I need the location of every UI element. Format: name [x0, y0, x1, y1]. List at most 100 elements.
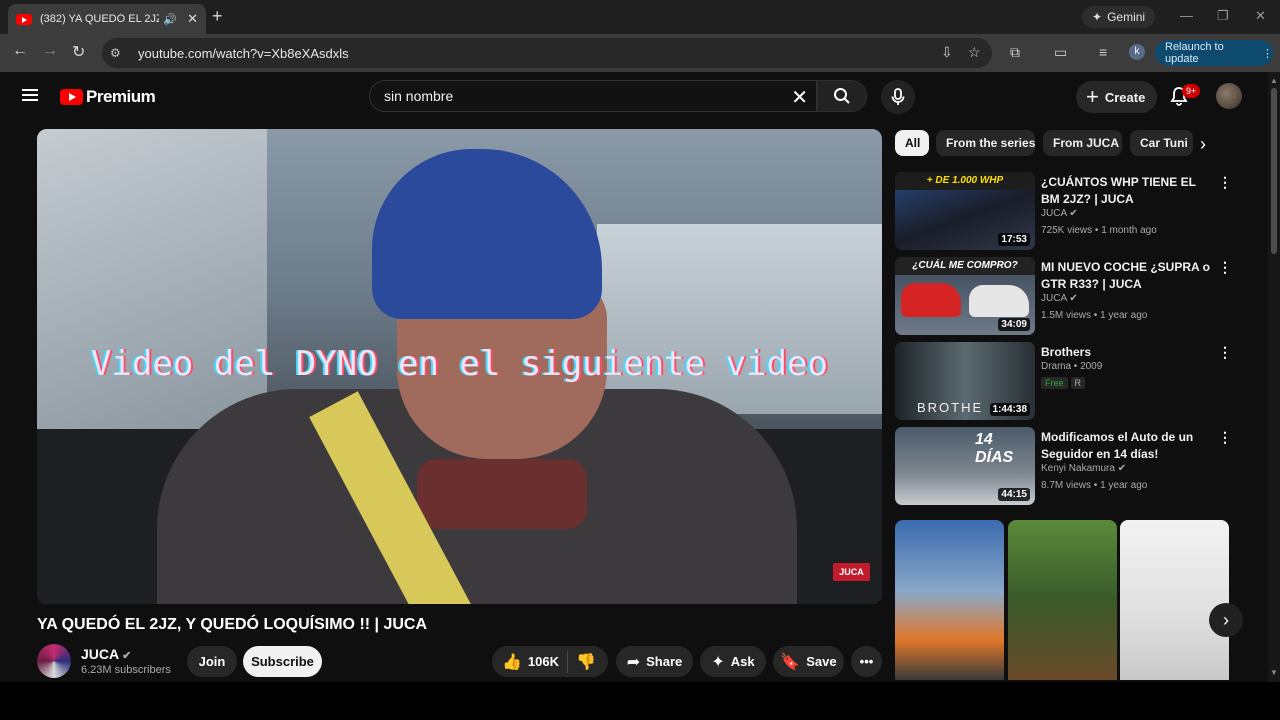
recommendation-thumbnail[interactable]: BROTHE 1:44:38: [895, 342, 1035, 420]
more-actions-button[interactable]: •••: [851, 646, 882, 677]
join-button[interactable]: Join: [187, 646, 237, 677]
join-label: Join: [198, 654, 226, 669]
dislike-icon[interactable]: 👎: [576, 652, 596, 672]
subscribe-button[interactable]: Subscribe: [243, 646, 322, 677]
forward-arrow-icon[interactable]: →: [42, 42, 58, 60]
chip-from-the-series[interactable]: From the series: [936, 130, 1035, 156]
save-bookmark-icon: 🔖: [780, 653, 801, 671]
create-label: Create: [1104, 89, 1146, 105]
recommendation-item[interactable]: ¿CUÁL ME COMPRO? 34:09 MI NUEVO COCHE ¿S…: [895, 257, 1235, 337]
recommendation-item[interactable]: BROTHE 1:44:38 Brothers Drama • 2009 Fre…: [895, 342, 1235, 422]
save-label: Save: [806, 654, 837, 669]
clear-search-icon[interactable]: ✕: [791, 85, 808, 110]
youtube-favicon-icon: [16, 13, 32, 25]
recommendation-channel[interactable]: Kenyi Nakamura ✔: [1041, 463, 1126, 474]
thumbnail-text: + DE 1.000 WHP: [895, 172, 1035, 190]
recommendation-channel[interactable]: JUCA ✔: [1041, 208, 1078, 219]
free-badge: Free: [1041, 377, 1068, 389]
create-button[interactable]: + Create: [1076, 81, 1157, 113]
recommendation-thumbnail[interactable]: + DE 1.000 WHP 17:53: [895, 172, 1035, 250]
browser-tab-bar: (382) YA QUEDÓ EL 2JZ, Y QUEDÓ LOQUÍSIMO…: [0, 0, 1280, 34]
shorts-next-chevron-icon[interactable]: ›: [1209, 603, 1243, 637]
taskbar-area: [0, 682, 1280, 720]
notification-count-badge: 9+: [1182, 84, 1201, 98]
relaunch-button[interactable]: Relaunch to update ⋮: [1155, 40, 1273, 66]
youtube-premium-logo[interactable]: Premium: [60, 87, 156, 107]
speaker-icon[interactable]: 🔊: [163, 13, 177, 26]
like-count[interactable]: 106K: [528, 654, 559, 669]
short-thumbnail[interactable]: [1120, 520, 1229, 680]
thumbnail-text: ¿CUÁL ME COMPRO?: [895, 257, 1035, 275]
recommendation-thumbnail[interactable]: ¿CUÁL ME COMPRO? 34:09: [895, 257, 1035, 335]
more-options-icon[interactable]: ⋮: [1218, 174, 1232, 191]
install-app-icon[interactable]: ⇩: [941, 44, 953, 61]
channel-name[interactable]: JUCA ✔: [81, 646, 131, 662]
recommendation-title[interactable]: MI NUEVO COCHE ¿SUPRA o GTR R33? | JUCA: [1041, 259, 1213, 293]
ask-sparkle-icon: ✦: [711, 653, 725, 671]
verified-icon: ✔: [122, 650, 132, 662]
menu-hamburger-icon[interactable]: [22, 89, 38, 101]
recommendation-badges: Free R: [1041, 377, 1088, 389]
recommendation-title[interactable]: Brothers: [1041, 344, 1213, 361]
recommendation-item[interactable]: 14 DÍAS 44:15 Modificamos el Auto de un …: [895, 427, 1235, 507]
reload-icon[interactable]: ↻: [72, 42, 85, 62]
recommendation-channel[interactable]: JUCA ✔: [1041, 293, 1078, 304]
tab-close-icon[interactable]: ✕: [187, 11, 198, 27]
chip-car-tuning[interactable]: Car Tuni: [1130, 130, 1193, 156]
bookmark-star-icon[interactable]: ☆: [968, 44, 981, 61]
window-close-icon[interactable]: ✕: [1255, 8, 1266, 24]
video-player[interactable]: Video del DYNO en el siguiente video JUC…: [37, 129, 882, 604]
cast-icon[interactable]: ▭: [1054, 44, 1067, 61]
like-icon[interactable]: 👍: [502, 652, 522, 672]
search-input[interactable]: sin nombre ✕: [369, 80, 817, 112]
channel-watermark[interactable]: JUCA: [833, 563, 870, 581]
site-info-icon[interactable]: ⚙: [110, 46, 130, 60]
voice-search-button[interactable]: [881, 80, 915, 114]
save-button[interactable]: 🔖 Save: [773, 646, 844, 677]
account-avatar[interactable]: [1216, 83, 1242, 109]
search-button[interactable]: [817, 80, 867, 112]
recommendation-meta: 8.7M views • 1 year ago: [1041, 480, 1148, 491]
recommendation-title[interactable]: Modificamos el Auto de un Seguidor en 14…: [1041, 429, 1213, 463]
chip-all[interactable]: All: [895, 130, 929, 156]
minimize-icon[interactable]: —: [1180, 8, 1193, 23]
browser-menu-icon[interactable]: ⋮: [1262, 47, 1273, 60]
subscriber-count: 6.23M subscribers: [81, 664, 171, 676]
ask-label: Ask: [730, 654, 755, 669]
extensions-icon[interactable]: ⧉: [1010, 44, 1020, 61]
back-arrow-icon[interactable]: ←: [12, 42, 28, 60]
browser-profile-avatar[interactable]: k: [1129, 44, 1145, 60]
plus-icon: +: [1086, 84, 1099, 109]
media-control-icon[interactable]: ≡: [1099, 44, 1107, 60]
video-duration: 34:09: [998, 318, 1030, 331]
ask-button[interactable]: ✦ Ask: [700, 646, 766, 677]
scrollbar-thumb[interactable]: [1271, 88, 1277, 254]
relaunch-label: Relaunch to update: [1165, 41, 1224, 65]
more-options-icon[interactable]: ⋮: [1218, 259, 1232, 276]
microphone-icon: [891, 88, 905, 105]
scroll-up-arrow-icon[interactable]: ▲: [1270, 76, 1278, 85]
video-duration: 44:15: [998, 488, 1030, 501]
browser-tab[interactable]: (382) YA QUEDÓ EL 2JZ, Y QUEDÓ LOQUÍSIMO…: [8, 4, 206, 34]
scroll-down-arrow-icon[interactable]: ▼: [1270, 668, 1278, 677]
more-options-icon[interactable]: ⋮: [1218, 429, 1232, 446]
new-tab-icon[interactable]: +: [212, 6, 223, 27]
verified-icon: ✔: [1069, 208, 1078, 219]
restore-icon[interactable]: ❐: [1217, 8, 1229, 24]
chips-next-chevron-icon[interactable]: ›: [1200, 134, 1206, 155]
video-title: YA QUEDÓ EL 2JZ, Y QUEDÓ LOQUÍSIMO !! | …: [37, 616, 428, 633]
short-thumbnail[interactable]: [1008, 520, 1117, 680]
recommendation-item[interactable]: + DE 1.000 WHP 17:53 ¿CUÁNTOS WHP TIENE …: [895, 172, 1235, 252]
channel-text: Kenyi Nakamura: [1041, 463, 1115, 474]
verified-icon: ✔: [1117, 463, 1127, 474]
chip-from-juca[interactable]: From JUCA: [1043, 130, 1122, 156]
like-divider: [567, 650, 568, 673]
more-options-icon[interactable]: ⋮: [1218, 344, 1232, 361]
share-button[interactable]: ➦ Share: [616, 646, 693, 677]
gemini-button[interactable]: ✦ Gemini: [1082, 6, 1156, 28]
recommendation-thumbnail[interactable]: 14 DÍAS 44:15: [895, 427, 1035, 505]
short-thumbnail[interactable]: [895, 520, 1004, 680]
channel-avatar[interactable]: [37, 644, 71, 678]
recommendation-title[interactable]: ¿CUÁNTOS WHP TIENE EL BM 2JZ? | JUCA: [1041, 174, 1213, 208]
address-bar[interactable]: ⚙ youtube.com/watch?v=Xb8eXAsdxls: [102, 38, 992, 68]
